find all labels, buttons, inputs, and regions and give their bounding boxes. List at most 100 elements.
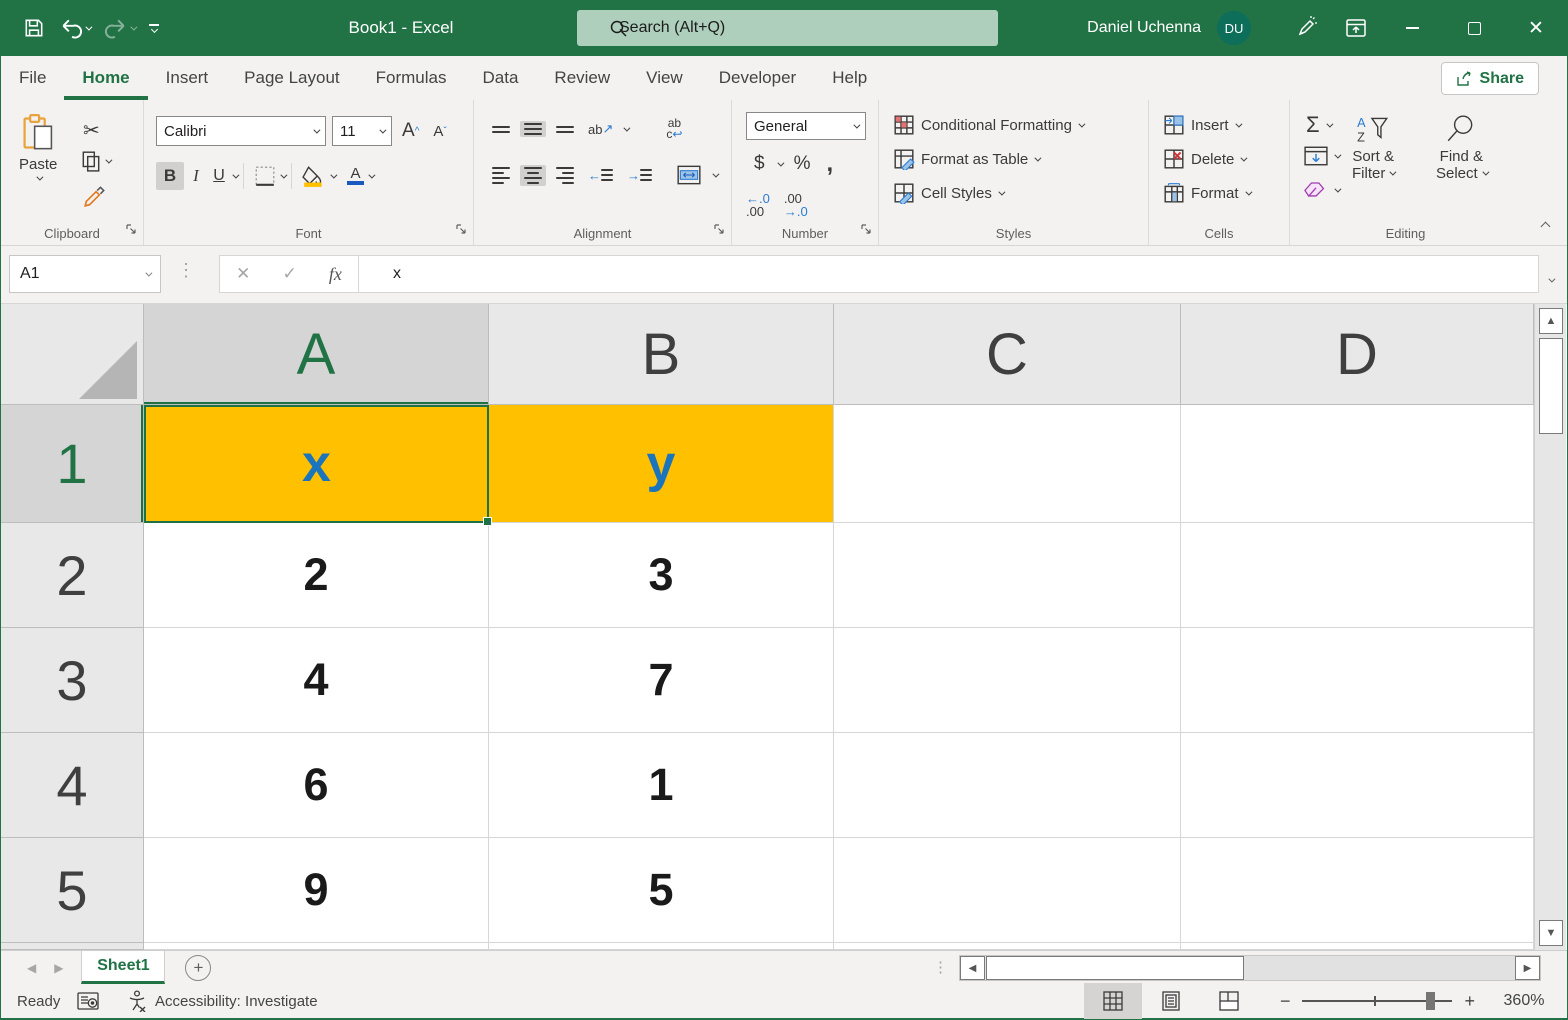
zoom-out-button[interactable]: − bbox=[1280, 991, 1291, 1012]
row-header-3[interactable]: 3 bbox=[1, 628, 144, 733]
cell-C2[interactable] bbox=[834, 523, 1181, 628]
font-size-select[interactable]: 11 bbox=[332, 116, 392, 146]
row-header-6-partial[interactable] bbox=[1, 943, 144, 950]
accessibility-checker[interactable]: Accessibility: Investigate bbox=[127, 990, 318, 1012]
currency-format-button[interactable]: $ bbox=[750, 151, 769, 177]
share-button[interactable]: Share bbox=[1440, 62, 1539, 95]
cell-A4[interactable]: 6 bbox=[144, 733, 489, 838]
zoom-level[interactable]: 360% bbox=[1489, 992, 1559, 1010]
tab-insert[interactable]: Insert bbox=[148, 56, 227, 100]
decrease-decimal-button[interactable]: .00 →.0 bbox=[784, 192, 808, 218]
format-painter-icon[interactable] bbox=[83, 184, 107, 213]
underline-button[interactable]: U bbox=[208, 162, 230, 190]
clear-button[interactable] bbox=[1304, 180, 1342, 200]
fill-color-dropdown-icon[interactable] bbox=[330, 171, 338, 179]
vertical-scrollbar[interactable]: ▲ ▼ bbox=[1534, 304, 1566, 950]
cell-C6-partial[interactable] bbox=[834, 943, 1181, 950]
cell-A3[interactable]: 4 bbox=[144, 628, 489, 733]
cell-B1[interactable]: y bbox=[489, 405, 834, 523]
sort-filter-button[interactable]: AZ Sort & Filter bbox=[1352, 114, 1397, 182]
cell-A6-partial[interactable] bbox=[144, 943, 489, 950]
row-header-1[interactable]: 1 bbox=[1, 405, 144, 523]
cell-D3[interactable] bbox=[1181, 628, 1534, 733]
row-header-4[interactable]: 4 bbox=[1, 733, 144, 838]
tab-data[interactable]: Data bbox=[465, 56, 537, 100]
autosum-button[interactable]: Σ bbox=[1306, 112, 1334, 138]
prev-sheet-icon[interactable]: ◀ bbox=[27, 961, 36, 975]
cell-B3[interactable]: 7 bbox=[489, 628, 834, 733]
borders-icon[interactable] bbox=[250, 163, 280, 189]
shrink-font-button[interactable]: Aˇ bbox=[429, 121, 450, 142]
redo-button[interactable] bbox=[104, 17, 138, 39]
fill-color-icon[interactable] bbox=[298, 162, 330, 190]
select-all-corner[interactable] bbox=[1, 304, 144, 405]
font-color-dropdown-icon[interactable] bbox=[368, 171, 376, 179]
search-box[interactable]: Search (Alt+Q) bbox=[577, 10, 998, 46]
cell-B4[interactable]: 1 bbox=[489, 733, 834, 838]
name-box[interactable]: A1 bbox=[9, 255, 161, 293]
cell-C4[interactable] bbox=[834, 733, 1181, 838]
align-center-icon[interactable] bbox=[520, 164, 546, 186]
collapse-ribbon-icon[interactable] bbox=[1540, 217, 1551, 235]
paste-dropdown-icon[interactable] bbox=[36, 173, 44, 181]
underline-dropdown-icon[interactable] bbox=[232, 171, 240, 179]
scroll-up-icon[interactable]: ▲ bbox=[1539, 308, 1563, 334]
tab-view[interactable]: View bbox=[628, 56, 701, 100]
cell-styles-button[interactable]: Cell Styles bbox=[893, 182, 1006, 204]
zoom-slider[interactable]: − + bbox=[1280, 991, 1475, 1012]
format-cells-button[interactable]: Format bbox=[1163, 182, 1252, 204]
cell-D6-partial[interactable] bbox=[1181, 943, 1534, 950]
increase-decimal-button[interactable]: ←.0 .00 bbox=[746, 192, 770, 218]
vertical-scroll-thumb[interactable] bbox=[1539, 338, 1563, 434]
row-header-2[interactable]: 2 bbox=[1, 523, 144, 628]
font-dialog-launcher-icon[interactable] bbox=[455, 222, 467, 240]
undo-dropdown-icon[interactable] bbox=[85, 23, 93, 31]
cell-D1[interactable] bbox=[1181, 405, 1534, 523]
italic-button[interactable]: I bbox=[184, 162, 208, 190]
delete-cells-button[interactable]: Delete bbox=[1163, 148, 1248, 170]
name-box-dropdown-icon[interactable] bbox=[145, 269, 153, 277]
grow-font-button[interactable]: A ^ bbox=[398, 118, 423, 144]
cell-A1[interactable]: x bbox=[144, 405, 492, 526]
cell-C1[interactable] bbox=[834, 405, 1181, 523]
clipboard-dialog-launcher-icon[interactable] bbox=[125, 222, 137, 240]
conditional-formatting-button[interactable]: Conditional Formatting bbox=[893, 114, 1086, 136]
copy-button[interactable] bbox=[81, 150, 113, 172]
cell-C5[interactable] bbox=[834, 838, 1181, 943]
wrap-text-icon[interactable]: ab c↩ bbox=[662, 116, 686, 142]
undo-button[interactable] bbox=[59, 17, 93, 39]
column-header-C[interactable]: C bbox=[834, 304, 1181, 405]
scroll-left-icon[interactable]: ◀ bbox=[960, 956, 985, 980]
tab-developer[interactable]: Developer bbox=[701, 56, 815, 100]
cancel-entry-icon[interactable]: ✕ bbox=[236, 264, 250, 284]
insert-cells-button[interactable]: Insert bbox=[1163, 114, 1242, 136]
minimize-button[interactable] bbox=[1381, 0, 1443, 56]
horizontal-scrollbar[interactable]: ◀ ▶ bbox=[959, 955, 1541, 981]
cell-B2[interactable]: 3 bbox=[489, 523, 834, 628]
macro-record-icon[interactable] bbox=[77, 991, 99, 1011]
scroll-down-icon[interactable]: ▼ bbox=[1539, 920, 1563, 946]
user-name[interactable]: Daniel Uchenna bbox=[1087, 19, 1201, 37]
number-dialog-launcher-icon[interactable] bbox=[860, 222, 872, 240]
format-as-table-button[interactable]: Format as Table bbox=[893, 148, 1042, 170]
bold-button[interactable]: B bbox=[156, 162, 184, 190]
align-right-icon[interactable] bbox=[552, 165, 578, 186]
font-color-icon[interactable]: A bbox=[343, 165, 368, 187]
tab-review[interactable]: Review bbox=[536, 56, 628, 100]
percent-format-button[interactable]: % bbox=[790, 151, 815, 177]
increase-indent-icon[interactable]: → bbox=[623, 166, 656, 185]
cell-A2[interactable]: 2 bbox=[144, 523, 489, 628]
column-header-A[interactable]: A bbox=[144, 304, 489, 405]
orientation-icon[interactable]: ab ↗ bbox=[584, 119, 617, 139]
tab-formulas[interactable]: Formulas bbox=[358, 56, 465, 100]
align-middle-icon[interactable] bbox=[520, 121, 546, 137]
find-select-button[interactable]: Find & Select bbox=[1436, 114, 1490, 182]
paste-button[interactable]: Paste bbox=[19, 114, 57, 181]
comma-format-button[interactable]: , bbox=[822, 148, 837, 180]
ribbon-display-options-icon[interactable] bbox=[1331, 0, 1381, 56]
cell-C3[interactable] bbox=[834, 628, 1181, 733]
avatar[interactable]: DU bbox=[1217, 11, 1251, 45]
fill-handle[interactable] bbox=[483, 517, 492, 526]
next-sheet-icon[interactable]: ▶ bbox=[54, 961, 63, 975]
column-header-D[interactable]: D bbox=[1181, 304, 1534, 405]
